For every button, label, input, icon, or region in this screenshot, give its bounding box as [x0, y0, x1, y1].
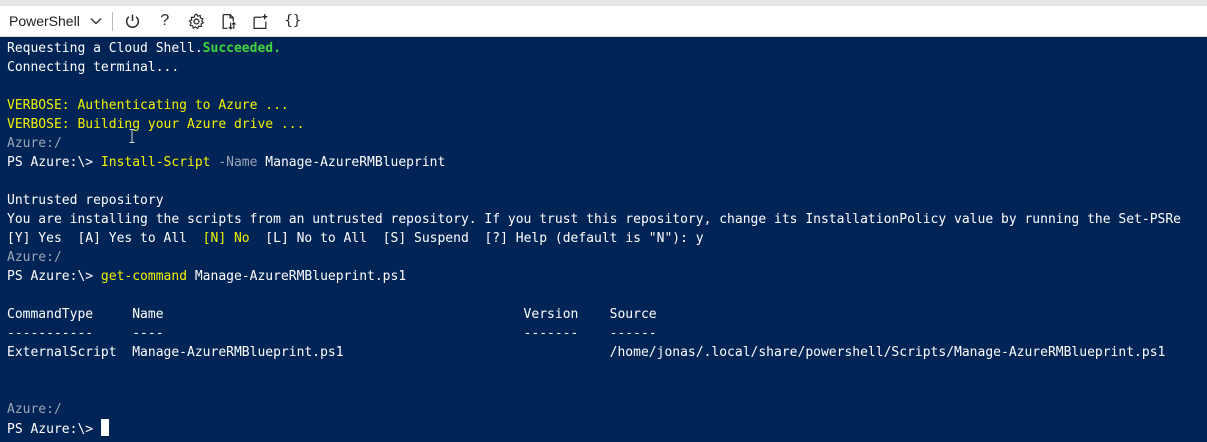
terminal-output[interactable]: Requesting a Cloud Shell.Succeeded. Conn…: [0, 37, 1207, 442]
braces-icon[interactable]: {}: [280, 8, 306, 34]
location-line: Azure:/: [7, 250, 62, 265]
choice-text: [L] No to All [S] Suspend [?] Help (defa…: [249, 231, 704, 246]
verbose-line: VERBOSE: Authenticating to Azure ...: [7, 98, 289, 113]
terminal-line: Untrusted repository: [7, 193, 164, 208]
location-line: Azure:/: [7, 136, 62, 151]
terminal-line: Connecting terminal...: [7, 60, 180, 75]
prompt-text: PS Azure:\>: [7, 155, 101, 170]
braces-glyph: {}: [284, 13, 302, 29]
power-icon[interactable]: [120, 8, 146, 34]
help-icon[interactable]: ?: [152, 8, 178, 34]
gear-icon[interactable]: [184, 8, 210, 34]
choice-line: [Y] Yes [A] Yes to All [N] No [L] No to …: [7, 229, 704, 248]
command-text: get-command: [100, 269, 188, 284]
prompt-line[interactable]: PS Azure:\>: [7, 419, 109, 438]
terminal-line: Requesting a Cloud Shell.Succeeded.: [7, 39, 281, 58]
shell-type-label: PowerShell: [9, 13, 80, 29]
table-header: CommandType Name Version Source: [7, 307, 657, 322]
table-row: ExternalScript Manage-AzureRMBlueprint.p…: [7, 345, 1166, 360]
terminal-cursor: [100, 419, 109, 436]
argument-text: Manage-AzureRMBlueprint: [257, 155, 446, 170]
table-header-rule: ----------- ---- ------- ------: [7, 326, 657, 341]
success-text: Succeeded.: [202, 41, 281, 56]
location-line: Azure:/: [7, 402, 62, 417]
shell-type-selector[interactable]: PowerShell: [0, 6, 103, 37]
prompt-text: PS Azure:\>: [7, 269, 101, 284]
choice-text: [Y] Yes [A] Yes to All: [7, 231, 203, 246]
command-text: Install-Script: [100, 155, 211, 170]
help-glyph: ?: [160, 12, 170, 29]
prompt-text: PS Azure:\>: [7, 422, 101, 437]
line-text: Requesting a Cloud Shell.: [7, 41, 203, 56]
text-cursor-icon: [129, 129, 135, 143]
argument-text: Manage-AzureRMBlueprint.ps1: [187, 269, 407, 284]
terminal-line: You are installing the scripts from an u…: [7, 212, 1181, 227]
parameter-text: -Name: [210, 155, 258, 170]
chevron-down-icon: [89, 14, 103, 28]
cloud-shell-toolbar: PowerShell ? {}: [0, 6, 1207, 37]
prompt-line: PS Azure:\> get-command Manage-AzureRMBl…: [7, 267, 406, 286]
toolbar-divider: [111, 11, 113, 31]
default-choice-text: [N] No: [202, 231, 250, 246]
upload-download-icon[interactable]: [216, 8, 242, 34]
new-session-icon[interactable]: [248, 8, 274, 34]
verbose-line: VERBOSE: Building your Azure drive ...: [7, 117, 305, 132]
prompt-line: PS Azure:\> Install-Script -Name Manage-…: [7, 153, 445, 172]
